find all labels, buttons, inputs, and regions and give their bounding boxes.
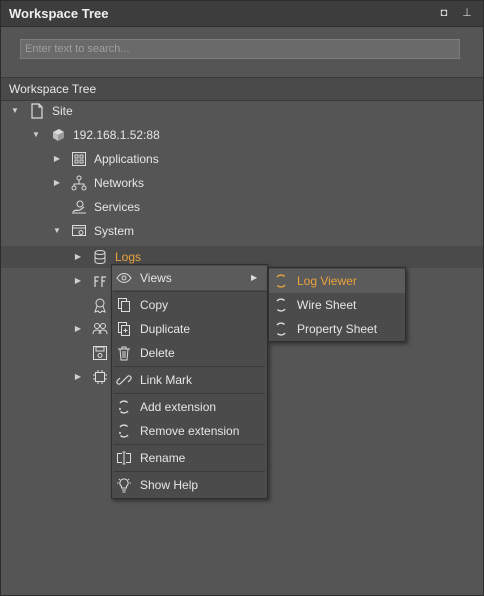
tree-node-hidden-3[interactable]: ▶: [1, 318, 111, 340]
menu-item-label: Rename: [140, 451, 186, 465]
tree-node-hidden-2[interactable]: [1, 294, 111, 316]
tree-node-host[interactable]: ▼ 192.168.1.52:88: [1, 124, 483, 146]
extension-icon: [116, 423, 132, 439]
menu-item-label: Link Mark: [140, 373, 193, 387]
property-sheet-icon: [273, 321, 289, 337]
expanded-arrow-icon[interactable]: ▼: [52, 220, 62, 242]
tree-node-networks[interactable]: ▶ Networks: [1, 172, 483, 194]
tree-node-label: System: [94, 224, 135, 238]
copy-icon: [116, 297, 132, 313]
menu-item-label: Remove extension: [140, 424, 240, 438]
rename-icon: [116, 450, 132, 466]
menu-item-label: Add extension: [140, 400, 217, 414]
menu-item-rename[interactable]: Rename: [112, 446, 267, 470]
menu-item-copy[interactable]: Copy: [112, 293, 267, 317]
trash-icon: [116, 345, 132, 361]
tree-node-label: Networks: [94, 176, 145, 190]
menu-separator: [114, 444, 265, 445]
tree-node-label: Applications: [94, 152, 159, 166]
collapsed-arrow-icon[interactable]: ▶: [73, 366, 83, 388]
menu-item-label: Delete: [140, 346, 175, 360]
submenu-item-label: Log Viewer: [297, 274, 357, 288]
system-icon: [71, 223, 87, 239]
collapsed-arrow-icon[interactable]: ▶: [73, 270, 83, 292]
views-submenu: Log Viewer Wire Sheet Property Sheet: [268, 267, 406, 342]
menu-item-delete[interactable]: Delete: [112, 341, 267, 365]
collapsed-arrow-icon[interactable]: ▶: [52, 172, 62, 194]
link-icon: [116, 372, 132, 388]
eye-icon: [116, 270, 132, 286]
context-menu: Views ▶ Copy Duplicate Delete Link Mark …: [111, 264, 268, 499]
submenu-item-wire-sheet[interactable]: Wire Sheet: [269, 293, 405, 317]
tree-node-applications[interactable]: ▶ Applications: [1, 148, 483, 170]
expanded-arrow-icon[interactable]: ▼: [31, 124, 41, 146]
duplicate-icon: [116, 321, 132, 337]
expanded-arrow-icon[interactable]: ▼: [10, 100, 20, 122]
tree-node-label: 192.168.1.52:88: [73, 128, 160, 142]
menu-separator: [114, 291, 265, 292]
search-area: [1, 27, 483, 73]
menu-separator: [114, 393, 265, 394]
tree-node-system[interactable]: ▼ System: [1, 220, 483, 242]
submenu-item-property-sheet[interactable]: Property Sheet: [269, 317, 405, 341]
menu-item-label: Show Help: [140, 478, 199, 492]
tree-header: Workspace Tree: [1, 77, 483, 101]
menu-item-link-mark[interactable]: Link Mark: [112, 368, 267, 392]
tree-node-services[interactable]: Services: [1, 196, 483, 218]
database-icon: [92, 249, 108, 265]
extension-icon: [116, 399, 132, 415]
maximize-icon[interactable]: ◘: [437, 7, 451, 20]
menu-separator: [114, 366, 265, 367]
search-box: [20, 39, 460, 59]
tree-node-label: Site: [52, 104, 73, 118]
tree-node-site[interactable]: ▼ Site: [1, 100, 483, 122]
save-icon: [92, 345, 108, 361]
submenu-item-label: Wire Sheet: [297, 298, 357, 312]
lightbulb-icon: [116, 477, 132, 493]
tree-node-hidden-5[interactable]: ▶: [1, 366, 111, 388]
tree-node-hidden-4[interactable]: [1, 342, 111, 364]
tree-node-label: Services: [94, 200, 141, 214]
menu-item-remove-extension[interactable]: Remove extension: [112, 419, 267, 443]
page-icon: [29, 103, 45, 119]
services-icon: [71, 199, 87, 215]
collapsed-arrow-icon[interactable]: ▶: [52, 148, 62, 170]
menu-separator: [114, 471, 265, 472]
menu-item-views[interactable]: Views ▶: [112, 266, 267, 290]
submenu-arrow-icon: ▶: [251, 273, 258, 282]
panel-titlebar: Workspace Tree ◘ ⊥: [1, 1, 483, 27]
menu-item-duplicate[interactable]: Duplicate: [112, 317, 267, 341]
function-icon: [92, 273, 108, 289]
workspace-tree-panel: Workspace Tree ◘ ⊥ Workspace Tree ▼ Site…: [0, 0, 484, 596]
users-icon: [92, 321, 108, 337]
menu-item-label: Duplicate: [140, 322, 191, 336]
pin-icon[interactable]: ⊥: [460, 7, 474, 20]
server-icon: [50, 127, 66, 143]
collapsed-arrow-icon[interactable]: ▶: [73, 318, 83, 340]
tree-node-hidden-1[interactable]: ▶: [1, 270, 111, 292]
menu-item-label: Copy: [140, 298, 169, 312]
network-icon: [71, 175, 87, 191]
collapsed-arrow-icon[interactable]: ▶: [73, 246, 83, 268]
log-viewer-icon: [273, 273, 289, 289]
chip-icon: [92, 369, 108, 385]
panel-title: Workspace Tree: [9, 6, 109, 21]
menu-item-add-extension[interactable]: Add extension: [112, 395, 267, 419]
tree-header-label: Workspace Tree: [9, 82, 97, 96]
submenu-item-log-viewer[interactable]: Log Viewer: [269, 269, 405, 293]
menu-item-show-help[interactable]: Show Help: [112, 473, 267, 497]
certificate-icon: [92, 297, 108, 314]
applications-icon: [71, 151, 87, 167]
submenu-item-label: Property Sheet: [297, 322, 378, 336]
menu-item-label: Views: [140, 271, 172, 285]
search-input[interactable]: [21, 40, 459, 58]
wire-sheet-icon: [273, 297, 289, 313]
